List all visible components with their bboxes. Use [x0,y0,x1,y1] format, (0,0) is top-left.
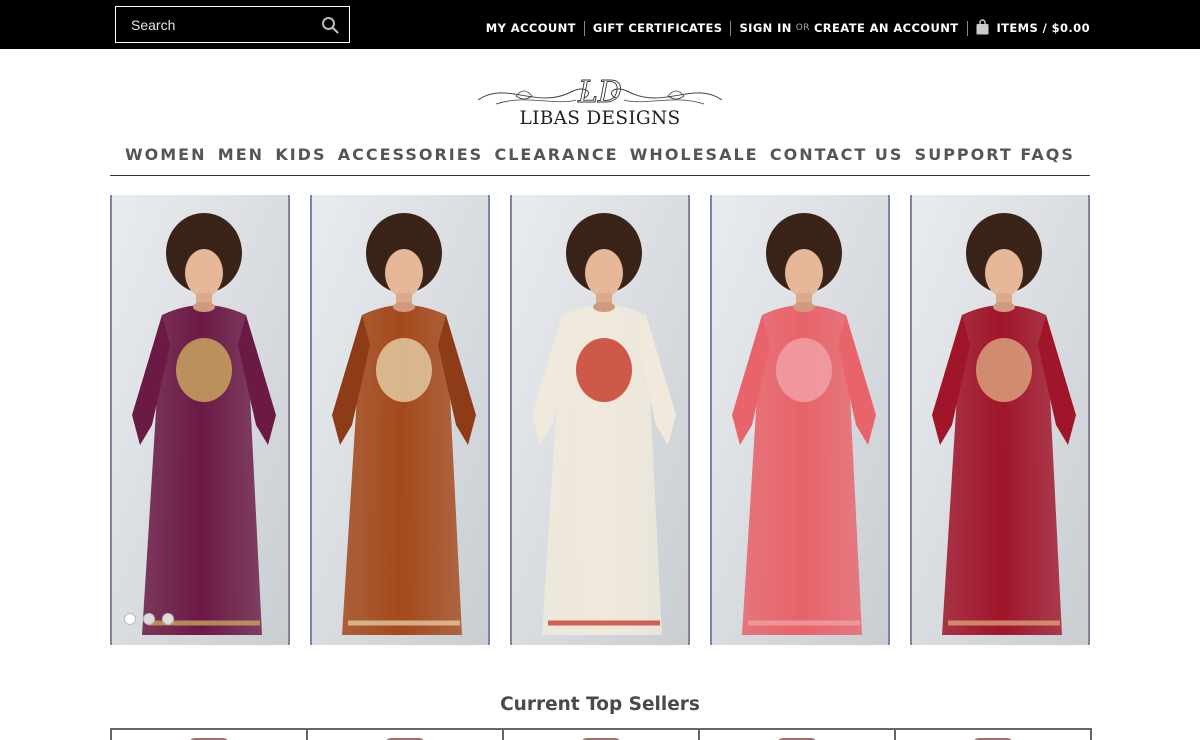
top-sellers-heading: Current Top Sellers [500,694,700,715]
slider-dot-1[interactable] [124,613,136,625]
gift-certificates-link[interactable]: GIFT CERTIFICATES [593,21,723,35]
nav-item-wholesale[interactable]: WHOLESALE [630,144,759,166]
model-photo [112,195,288,645]
slider-dots [124,613,174,625]
top-sellers-grid [110,728,1092,740]
site-logo[interactable]: LD LIBAS DESIGNS [476,70,724,132]
logo-monogram: LD [577,75,622,110]
create-account-link[interactable]: CREATE AN ACCOUNT [814,21,959,35]
model-photo [312,195,488,645]
hero-panel-3[interactable] [510,195,690,645]
model-photo [512,195,688,645]
nav-item-contact-us[interactable]: CONTACT US [770,144,904,166]
hero-panel-4[interactable] [710,195,890,645]
sign-in-link[interactable]: SIGN IN [739,21,791,35]
model-photo [712,195,888,645]
search-box [115,6,350,43]
main-nav: WOMEN MEN KIDS ACCESSORIES CLEARANCE WHO… [110,144,1090,176]
top-seller-card[interactable] [110,728,308,740]
slider-dot-3[interactable] [162,613,174,625]
nav-item-accessories[interactable]: ACCESSORIES [338,144,483,166]
nav-item-kids[interactable]: KIDS [275,144,326,166]
or-text: OR [795,23,810,33]
logo-flourish: LD [477,75,723,110]
account-links: MY ACCOUNT GIFT CERTIFICATES SIGN IN OR … [486,18,1090,38]
top-seller-card[interactable] [306,728,504,740]
nav-item-men[interactable]: MEN [218,144,264,166]
nav-item-women[interactable]: WOMEN [125,144,207,166]
my-account-link[interactable]: MY ACCOUNT [486,21,576,35]
hero-panel-5[interactable] [910,195,1090,645]
logo-text: LIBAS DESIGNS [519,108,681,129]
divider [730,20,732,36]
model-photo [912,195,1088,645]
divider [583,20,585,36]
cart-link[interactable]: ITEMS / $0.00 [997,21,1091,35]
hero-slider[interactable] [110,195,1090,645]
hero-panel-2[interactable] [310,195,490,645]
nav-item-clearance[interactable]: CLEARANCE [494,144,618,166]
top-seller-card[interactable] [698,728,896,740]
top-seller-card[interactable] [502,728,700,740]
shopping-bag-icon[interactable] [976,19,989,35]
search-input[interactable] [116,7,311,42]
nav-item-support-faqs[interactable]: SUPPORT FAQS [915,144,1075,166]
top-seller-card[interactable] [894,728,1092,740]
divider [966,20,968,36]
search-icon[interactable] [321,16,339,34]
slider-dot-2[interactable] [143,613,155,625]
top-bar: MY ACCOUNT GIFT CERTIFICATES SIGN IN OR … [0,0,1200,49]
hero-panel-1[interactable] [110,195,290,645]
